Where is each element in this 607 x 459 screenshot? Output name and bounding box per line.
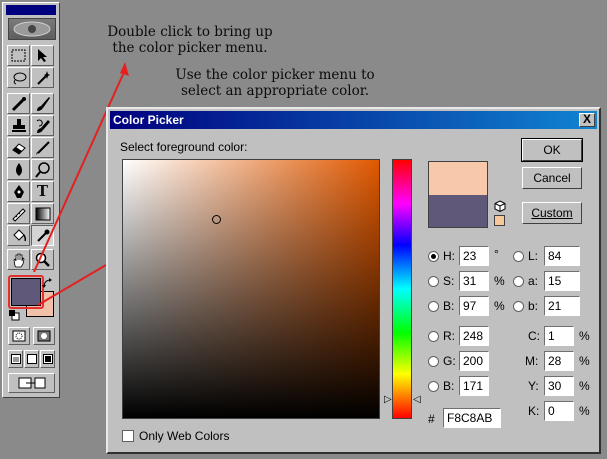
- saturation-unit: %: [494, 274, 505, 288]
- cyan-label: C:: [528, 329, 540, 343]
- eyedropper-tool-icon[interactable]: [31, 225, 54, 246]
- brightness-unit: %: [494, 299, 505, 313]
- dialog-title-bar[interactable]: Color Picker X: [110, 111, 597, 129]
- rubber-stamp-tool-icon[interactable]: [7, 115, 30, 136]
- pencil-tool-icon[interactable]: [31, 137, 54, 158]
- b-channel-input[interactable]: 21: [544, 296, 580, 316]
- color-field[interactable]: [122, 159, 380, 419]
- toolbox-palette: T: [2, 2, 60, 398]
- magic-wand-tool-icon[interactable]: [31, 67, 54, 88]
- lightness-label: L:: [528, 249, 539, 263]
- ok-button[interactable]: OK: [521, 138, 583, 162]
- red-input[interactable]: 248: [459, 326, 489, 346]
- a-channel-label: a:: [528, 274, 539, 288]
- jump-to-imageready-button[interactable]: [8, 373, 55, 393]
- saturation-label: S:: [443, 274, 455, 288]
- black-input[interactable]: 0: [544, 401, 574, 421]
- red-label: R:: [443, 329, 455, 343]
- double-click-annotation: Double click to bring up the color picke…: [107, 24, 273, 56]
- a-channel-radio[interactable]: [513, 276, 524, 287]
- marquee-tool-icon[interactable]: [7, 45, 30, 66]
- lasso-tool-icon[interactable]: [7, 67, 30, 88]
- yellow-label: Y:: [528, 379, 539, 393]
- eye-logo-icon[interactable]: [8, 18, 56, 40]
- lightness-radio[interactable]: [513, 251, 524, 262]
- quick-mask-mode-button[interactable]: [33, 327, 55, 345]
- hue-slider-right-arrow-icon[interactable]: ◁: [413, 394, 421, 405]
- cancel-button[interactable]: Cancel: [522, 167, 582, 189]
- custom-button[interactable]: Custom: [522, 202, 582, 224]
- hue-input[interactable]: 23: [459, 246, 489, 266]
- default-colors-icon[interactable]: [9, 308, 20, 321]
- hex-label: #: [428, 412, 435, 426]
- lightness-input[interactable]: 84: [544, 246, 580, 266]
- select-foreground-label: Select foreground color:: [120, 140, 248, 154]
- yellow-input[interactable]: 30: [544, 376, 574, 396]
- measure-tool-icon[interactable]: [7, 203, 30, 224]
- type-tool-icon[interactable]: T: [31, 181, 54, 202]
- paint-bucket-tool-icon[interactable]: [7, 225, 30, 246]
- magenta-input[interactable]: 28: [544, 351, 574, 371]
- brightness-input[interactable]: 97: [459, 296, 489, 316]
- airbrush-tool-icon[interactable]: [7, 93, 30, 114]
- green-radio[interactable]: [428, 356, 439, 367]
- move-tool-icon[interactable]: [31, 45, 54, 66]
- hue-slider-left-arrow-icon[interactable]: ▷: [384, 394, 392, 405]
- red-radio[interactable]: [428, 331, 439, 342]
- black-unit: %: [579, 404, 590, 418]
- cyan-input[interactable]: 1: [544, 326, 574, 346]
- hue-unit: °: [494, 247, 499, 261]
- b-channel-label: b:: [528, 299, 539, 313]
- hue-radio[interactable]: [428, 251, 439, 262]
- hue-slider[interactable]: [392, 159, 412, 419]
- standard-screen-mode-icon[interactable]: [8, 350, 23, 368]
- hand-tool-icon[interactable]: [7, 249, 30, 270]
- dodge-tool-icon[interactable]: [31, 159, 54, 180]
- magenta-unit: %: [579, 354, 590, 368]
- saturation-radio[interactable]: [428, 276, 439, 287]
- saturation-input[interactable]: 31: [459, 271, 489, 291]
- yellow-unit: %: [579, 379, 590, 393]
- color-field-picker-circle[interactable]: [212, 215, 221, 224]
- close-icon[interactable]: X: [579, 113, 595, 127]
- swap-colors-icon[interactable]: [42, 278, 54, 293]
- green-input[interactable]: 200: [459, 351, 489, 371]
- full-screen-menu-mode-icon[interactable]: [24, 350, 39, 368]
- history-brush-tool-icon[interactable]: [31, 115, 54, 136]
- pen-tool-icon[interactable]: [7, 181, 30, 202]
- blue-radio[interactable]: [428, 381, 439, 392]
- dialog-title: Color Picker: [113, 113, 184, 127]
- a-channel-input[interactable]: 15: [544, 271, 580, 291]
- web-safe-color-chip[interactable]: [494, 215, 505, 226]
- standard-mode-button[interactable]: [8, 327, 30, 345]
- hex-input[interactable]: F8C8AB: [443, 408, 501, 428]
- gradient-tool-icon[interactable]: [31, 203, 54, 224]
- b-channel-radio[interactable]: [513, 301, 524, 312]
- only-web-colors-checkbox[interactable]: [122, 430, 134, 442]
- brightness-radio[interactable]: [428, 301, 439, 312]
- foreground-color-swatch[interactable]: [11, 278, 41, 306]
- use-picker-annotation: Use the color picker menu to select an a…: [175, 67, 375, 99]
- brightness-label: B:: [443, 299, 455, 313]
- zoom-tool-icon[interactable]: [31, 249, 54, 270]
- green-label: G:: [443, 354, 456, 368]
- only-web-colors-label: Only Web Colors: [139, 429, 230, 443]
- blue-label: B:: [443, 379, 455, 393]
- black-label: K:: [528, 404, 540, 418]
- blue-input[interactable]: 171: [459, 376, 489, 396]
- blur-tool-icon[interactable]: [7, 159, 30, 180]
- original-color-swatch[interactable]: [428, 195, 488, 228]
- toolbox-title-bar[interactable]: [6, 5, 56, 15]
- color-picker-dialog: Color Picker X Select foreground color: …: [106, 107, 601, 454]
- full-screen-mode-icon[interactable]: [40, 350, 55, 368]
- hue-label: H:: [443, 249, 455, 263]
- new-color-swatch: [428, 161, 488, 195]
- paintbrush-tool-icon[interactable]: [31, 93, 54, 114]
- cyan-unit: %: [579, 329, 590, 343]
- eraser-tool-icon[interactable]: [7, 137, 30, 158]
- magenta-label: M:: [525, 354, 539, 368]
